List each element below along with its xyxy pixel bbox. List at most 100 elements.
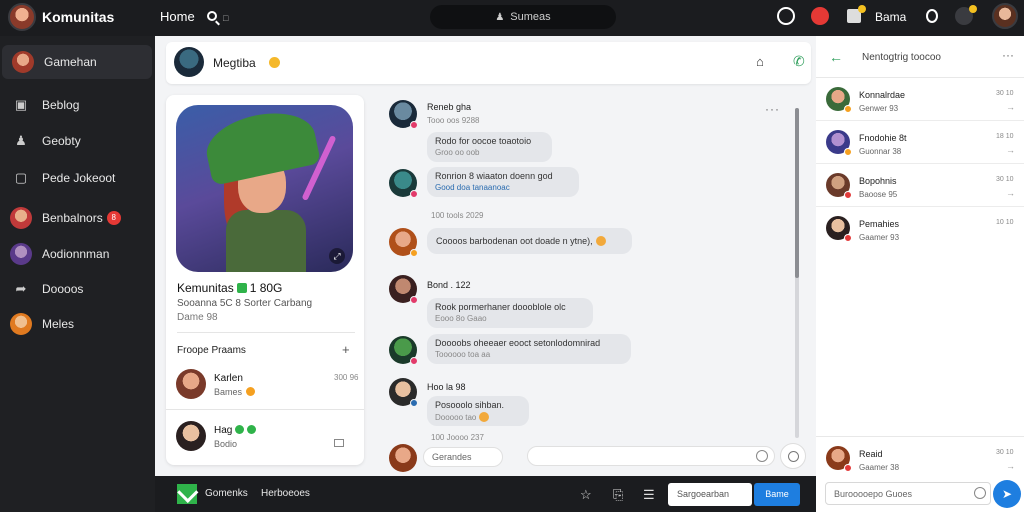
app-logo[interactable] [8,3,36,31]
notification-icon[interactable] [811,7,829,25]
list-item[interactable]: Bopohnis Baoose 95 30 10 → [816,164,1024,207]
more-icon[interactable]: ··· [1002,48,1014,62]
nav-home-link[interactable]: Home [160,9,195,24]
refresh-icon[interactable] [777,7,795,25]
sidebar-item-benbalnors[interactable]: Benbalnors 8 [0,201,152,235]
emoji-icon [595,236,606,246]
main-content: Megtiba ⌂ ✆ ⤢ Kemunitas 1 80G Sooanna 5C … [155,36,816,476]
right-panel-input[interactable]: Burooooepo Guoes [825,482,991,505]
avatar[interactable] [389,169,418,198]
submit-button[interactable]: Bame [754,483,800,506]
message-text: Coooos barbodenan oot doade n ytne), [436,236,593,246]
item-time: 30 10 [996,90,1014,97]
scrollbar-thumb[interactable] [795,108,799,278]
list-item[interactable]: Hag Bodio [166,415,364,459]
user-avatar[interactable] [992,3,1018,29]
chat-avatar[interactable] [174,47,204,77]
list-item[interactable]: Pemahies Gaamer 93 10 10 [816,207,1024,250]
scrollbar[interactable] [795,108,799,438]
message-icon[interactable] [334,439,344,447]
user-name[interactable]: Bama [875,10,906,24]
message-bubble: Rodo for oocoe toaotoio Groo oo oob [427,132,552,162]
bottom-label-1[interactable]: Gomenks [205,488,248,499]
global-search[interactable]: ♟ Sumeas [430,5,616,29]
right-panel-title: Nentogtrig toocoo [862,52,941,63]
item-sub: Gaamer 38 [859,463,900,472]
star-icon[interactable]: ☆ [580,487,592,503]
sidebar-item-geobty[interactable]: ♟ Geobty [0,124,152,158]
bottom-label-2[interactable]: Herboeoes [261,488,310,499]
item-time: 18 10 [996,133,1014,140]
profile-card: ⤢ Kemunitas 1 80G Sooanna 5C 8 Sorter Car… [166,95,364,465]
avatar [10,207,32,229]
home-icon[interactable]: ⌂ [756,54,770,69]
reply-input[interactable] [527,446,775,466]
avatar [826,130,852,156]
item-name: Pemahies [859,219,900,229]
status-dot [410,399,418,407]
chat-title[interactable]: Megtiba [213,56,256,70]
list-icon[interactable]: ☰ [643,487,655,503]
search-icon [207,11,217,21]
message-bubble: Coooos barbodenan oot doade n ytne), [427,228,632,254]
avatar[interactable] [389,100,418,129]
status-dot [410,121,418,129]
message-bubble: Doooobs oheeaer eooct setonlodomnirad Too… [427,334,631,364]
sidebar-item-pede-jokeoot[interactable]: ▢ Pede Jokeoot [0,161,152,195]
message-meta: Groo oo oob [435,148,480,157]
list-item[interactable]: Fnodohie 8t Guonnar 38 18 10 → [816,121,1024,164]
avatar [176,421,206,451]
arrow-icon: ➦ [15,281,27,296]
sidebar-item-label: Benbalnors [42,211,103,225]
help-icon[interactable] [974,487,986,499]
emoji-icon [479,412,490,422]
nav-search-button[interactable]: □ [207,9,228,24]
list-item[interactable]: Reaid Gaamer 38 30 10 → [816,437,1024,480]
emoji-icon[interactable] [756,450,768,462]
item-sub: Baoose 95 [859,190,898,199]
bolt-badge [969,5,977,13]
avatar [10,243,32,265]
sidebar-item-beblog[interactable]: ▣ Beblog [0,88,152,122]
sidebar-item-doooos[interactable]: ➦ Doooos [0,272,152,306]
message-meta: Good doa tanaanoac [435,183,510,192]
send-button[interactable]: ➤ [993,480,1021,508]
list-item[interactable]: Konnalrdae Genwer 93 30 10 → [816,78,1024,121]
bottom-search-input[interactable]: Sargoearban [668,483,752,506]
verified-icon [236,283,247,293]
avatar [12,51,34,73]
friend-sub: Bames [214,387,256,397]
right-panel: ← Nentogtrig toocoo ··· Konnalrdae Genwe… [816,36,1024,512]
avatar [176,369,206,399]
message-list: ··· Reneb gha Tooo oos 9288 Rodo for ooc… [375,92,800,472]
avatar[interactable] [389,444,417,472]
status-icon[interactable] [926,9,938,23]
avatar[interactable] [389,378,418,407]
list-item[interactable]: Karlen Bames 300 96 [166,363,364,407]
share-icon[interactable]: ⎘ [613,487,623,503]
attach-button[interactable] [780,443,806,469]
date-stamp: 100 Joooo 237 [431,433,484,442]
sidebar-item-meles[interactable]: Meles [0,307,152,341]
sidebar-item-aodionnman[interactable]: Aodionnman [0,237,152,271]
expand-icon[interactable]: ⤢ [329,248,345,264]
message-meta-text: Dooooo tao [435,413,477,422]
arrow-icon: → [1006,145,1015,155]
avatar[interactable] [389,228,418,257]
avatar[interactable] [389,336,418,365]
item-sub: Genwer 93 [859,104,899,113]
more-icon[interactable]: ··· [765,102,780,116]
back-arrow-icon[interactable]: ← [829,49,843,65]
message-meta: Eooo 8o Gaao [435,314,487,323]
sidebar-item-gamehan[interactable]: Gamehan [2,45,152,79]
home-icon: ▣ [14,97,28,112]
arrow-icon: → [1006,188,1015,198]
check-logo-icon[interactable] [177,484,197,504]
avatar[interactable] [389,275,418,304]
status-dot [844,105,852,113]
item-time: 10 10 [996,219,1014,226]
phone-icon[interactable]: ✆ [793,53,805,70]
status-dot [410,190,418,198]
add-icon[interactable]: + [342,342,350,357]
message-input[interactable]: Gerandes [423,447,503,467]
